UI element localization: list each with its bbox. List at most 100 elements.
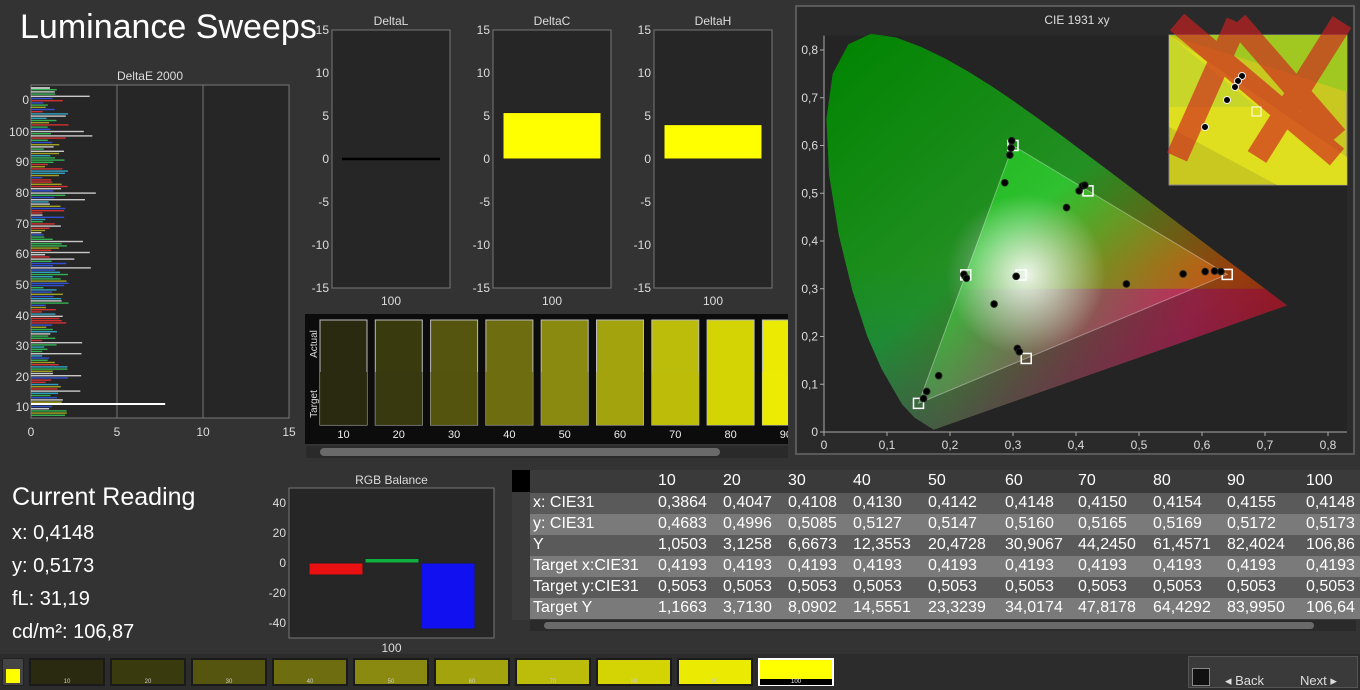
swatch-target-box bbox=[485, 372, 533, 425]
deltae-bar bbox=[31, 87, 50, 89]
deltae-bar bbox=[31, 155, 51, 157]
deltae-bar bbox=[31, 403, 166, 405]
delta-ytick: -5 bbox=[640, 195, 651, 209]
table-cell: 0,5053 bbox=[928, 578, 977, 595]
table-cell: 0,4150 bbox=[1078, 494, 1127, 511]
deltae-bar bbox=[31, 322, 67, 324]
bottom-swatch[interactable]: 10 bbox=[29, 658, 105, 686]
deltae-bar bbox=[31, 225, 61, 227]
rgb-title: RGB Balance bbox=[355, 473, 428, 487]
deltae-bar bbox=[31, 346, 45, 348]
deltae-bar bbox=[31, 100, 63, 102]
deltae-bar bbox=[31, 247, 59, 249]
deltae-bar bbox=[31, 210, 65, 212]
table-cell: 30,9067 bbox=[1005, 536, 1063, 553]
swatch-scrollbar[interactable] bbox=[306, 446, 788, 458]
table-cell: 8,0902 bbox=[788, 599, 837, 616]
bottom-swatch-label: 70 bbox=[549, 679, 557, 685]
cie-ytick: 0,2 bbox=[801, 330, 818, 344]
back-label: Back bbox=[1235, 673, 1265, 688]
deltae-bar bbox=[31, 240, 83, 243]
deltae-bar bbox=[31, 350, 43, 353]
deltae-bar bbox=[31, 390, 81, 392]
rgb-ytick: 40 bbox=[273, 496, 287, 510]
bottom-swatch[interactable]: 50 bbox=[353, 658, 429, 686]
table-cell: 0,4996 bbox=[723, 515, 772, 532]
bottom-swatch-label: 90 bbox=[711, 679, 719, 685]
data-table: 10 20 30 40 50 60 70 80 90 100 x: CIE31 0,3864 0,404… bbox=[512, 470, 1360, 620]
deltae-bar bbox=[31, 295, 54, 298]
table-cell: 0,4193 bbox=[658, 557, 707, 574]
reading-cd: cd/m²: 106,87 bbox=[12, 621, 135, 643]
bottom-swatch[interactable]: 80 bbox=[596, 658, 672, 686]
deltae-bar bbox=[31, 414, 66, 416]
bottom-swatch[interactable]: 100 bbox=[758, 658, 834, 686]
deltae-bar bbox=[31, 174, 59, 177]
rgb-ytick: -20 bbox=[269, 586, 287, 600]
current-swatch-indicator[interactable] bbox=[2, 658, 24, 686]
rgb-ytick: -40 bbox=[269, 616, 287, 630]
swatch-label: 50 bbox=[559, 429, 571, 441]
table-cell: 0,5053 bbox=[1005, 578, 1054, 595]
deltae-bar bbox=[31, 148, 44, 150]
rgb-bar bbox=[308, 562, 364, 576]
delta-xtick: 100 bbox=[381, 294, 401, 308]
bottom-swatch[interactable]: 40 bbox=[272, 658, 348, 686]
inset-measured-point bbox=[1231, 83, 1239, 91]
cie-measured-point bbox=[1007, 136, 1016, 145]
bottom-swatch[interactable]: 60 bbox=[434, 658, 510, 686]
bottom-swatch-label: 80 bbox=[630, 679, 638, 685]
table-row-label: Target y:CIE31 bbox=[533, 578, 639, 595]
deltae-bar bbox=[31, 194, 66, 196]
cie-measured-point bbox=[1081, 181, 1089, 189]
stop-icon[interactable] bbox=[1192, 668, 1210, 686]
bottom-swatch[interactable]: 20 bbox=[110, 658, 186, 686]
bottom-swatch-label: 40 bbox=[306, 679, 314, 685]
bottom-swatch[interactable]: 70 bbox=[515, 658, 591, 686]
cie-xtick: 0,2 bbox=[942, 438, 959, 452]
deltae-bar bbox=[31, 119, 57, 122]
deltae-bar bbox=[31, 89, 57, 91]
deltae-bar bbox=[31, 234, 44, 236]
deltae-bar bbox=[31, 249, 52, 251]
deltae-bar bbox=[31, 377, 68, 379]
deltae-bar bbox=[31, 227, 50, 229]
deltae-bar bbox=[31, 293, 63, 295]
delta-xtick: 100 bbox=[542, 294, 562, 308]
deltae-bar bbox=[31, 122, 50, 124]
deltae-bar bbox=[31, 302, 69, 304]
bottom-swatch-label: 100 bbox=[760, 679, 832, 685]
cie-ytick: 0 bbox=[811, 425, 818, 439]
bottom-swatch[interactable]: 90 bbox=[677, 658, 753, 686]
deltae-bar bbox=[31, 216, 65, 218]
deltae-bar bbox=[31, 394, 51, 397]
deltae-bar bbox=[31, 135, 93, 137]
deltae-bar bbox=[31, 157, 55, 159]
swatch-scroll-thumb[interactable] bbox=[320, 448, 720, 456]
reading-y: y: 0,5173 bbox=[12, 555, 95, 577]
table-column-header: 90 bbox=[1227, 472, 1245, 489]
back-button[interactable]: ◂ Back bbox=[1225, 673, 1264, 689]
table-scroll-thumb[interactable] bbox=[544, 622, 1314, 629]
deltae-ytick: 80 bbox=[16, 186, 30, 200]
deltae-chart: DeltaE 2000 0 100 90 80 70 60 50 40 30 20 10 0 5 10 1… bbox=[9, 69, 296, 439]
bottom-swatch[interactable]: 30 bbox=[191, 658, 267, 686]
cie-ytick: 0,6 bbox=[801, 139, 818, 153]
cie-ytick: 0,3 bbox=[801, 282, 818, 296]
table-cell: 0,5172 bbox=[1227, 515, 1276, 532]
next-button[interactable]: Next ▸ bbox=[1300, 673, 1337, 689]
cie-measured-point bbox=[919, 394, 928, 403]
deltae-bar bbox=[31, 311, 42, 313]
deltae-bar bbox=[31, 181, 53, 183]
bottom-swatch-label: 20 bbox=[144, 679, 152, 685]
table-cell: 0,4154 bbox=[1153, 494, 1202, 511]
table-column-header: 70 bbox=[1078, 472, 1096, 489]
table-scrollbar[interactable] bbox=[530, 620, 1356, 631]
table-cell: 3,7130 bbox=[723, 599, 772, 616]
deltae-bar bbox=[31, 232, 42, 234]
deltae-bar bbox=[31, 97, 53, 100]
deltae-bar bbox=[31, 141, 53, 144]
table-cell: 0,3864 bbox=[658, 494, 707, 511]
delta-ytick: 15 bbox=[316, 23, 330, 37]
deltae-bar bbox=[31, 317, 60, 320]
